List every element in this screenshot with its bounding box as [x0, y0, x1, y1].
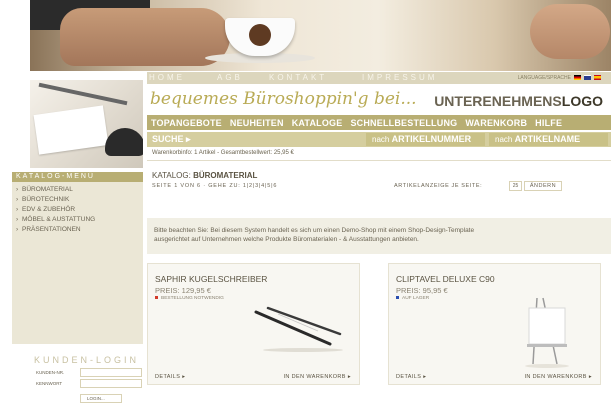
catalog-menu-heading: KATALOG-MENÜ — [12, 172, 143, 182]
product-name[interactable]: CLIPTAVEL DELUXE C90 — [396, 274, 495, 284]
add-to-cart-link[interactable]: IN DEN WARENKORB ▸ — [524, 374, 592, 380]
nav-agb[interactable]: AGB — [217, 72, 243, 84]
status-dot-icon — [396, 296, 399, 300]
de-flag-icon[interactable] — [574, 75, 581, 80]
menu-kataloge[interactable]: KATALOGE — [288, 118, 347, 128]
catalog-item-buerotechnik[interactable]: › BÜROTECHNIK — [12, 195, 143, 205]
catalog-item-praesentationen[interactable]: › PRÄSENTATIONEN — [12, 225, 143, 235]
product-card: CLIPTAVEL DELUXE C90 PREIS: 95,95 € AUF … — [388, 263, 601, 385]
es-flag-icon[interactable] — [594, 75, 601, 80]
cart-info: Warenkorbinfo: 1 Artikel - Gesamtbestell… — [152, 150, 294, 156]
add-to-cart-link[interactable]: IN DEN WARENKORB ▸ — [283, 374, 351, 380]
page: HOME AGB KONTAKT IMPRESSUM LANGUAGE/SPRA… — [0, 0, 611, 405]
product-price: PREIS: 95,95 € — [396, 286, 448, 295]
office-supplies-photo — [30, 80, 143, 168]
details-link[interactable]: DETAILS ▸ — [396, 374, 426, 380]
per-page-change-button[interactable]: ÄNDERN — [524, 181, 562, 191]
login-heading: KUNDEN-LOGIN — [34, 355, 140, 365]
per-page-label: ARTIKELANZEIGE JE SEITE: — [394, 183, 483, 189]
nav-home[interactable]: HOME — [149, 72, 185, 84]
catalog-item-bueromaterial[interactable]: › BÜROMATERIAL — [12, 185, 143, 195]
hero-banner-image — [30, 0, 611, 71]
main-menu: TOPANGEBOTE NEUHEITEN KATALOGE SCHNELLBE… — [147, 115, 611, 130]
status-badge: AUF LAGER — [396, 296, 429, 301]
menu-hilfe[interactable]: HILFE — [531, 118, 566, 128]
chevron-right-icon: ▸ — [347, 374, 351, 380]
search-bar: SUCHE ▸ nach ARTIKELNUMMER nach ARTIKELN… — [147, 132, 611, 147]
menu-neuheiten[interactable]: NEUHEITEN — [226, 118, 288, 128]
uk-flag-icon[interactable] — [584, 75, 591, 80]
menu-topangebote[interactable]: TOPANGEBOTE — [147, 118, 226, 128]
customer-number-input[interactable] — [80, 368, 142, 377]
nav-impressum[interactable]: IMPRESSUM — [362, 72, 437, 84]
search-by-number-input[interactable]: nach ARTIKELNUMMER — [366, 133, 485, 146]
catalog-item-moebel[interactable]: › MÖBEL & AUSTATTUNG — [12, 215, 143, 225]
status-dot-icon — [155, 296, 158, 300]
chevron-right-icon: ▸ — [182, 374, 186, 380]
top-nav: HOME AGB KONTAKT IMPRESSUM LANGUAGE/SPRA… — [147, 72, 611, 84]
details-link[interactable]: DETAILS ▸ — [155, 374, 185, 380]
login-button[interactable]: LOGIN... — [80, 394, 122, 403]
catalog-item-edv[interactable]: › EDV & ZUBEHÖR — [12, 205, 143, 215]
page-title: KATALOG: BÜROMATERIAL — [152, 171, 258, 180]
chevron-right-icon: ▸ — [423, 374, 427, 380]
per-page-input[interactable]: 25 — [509, 181, 522, 191]
catalog-menu: › BÜROMATERIAL › BÜROTECHNIK › EDV & ZUBEHÖ… — [12, 182, 143, 344]
product-name[interactable]: SAPHIR KUGELSCHREIBER — [155, 274, 267, 284]
slogan: bequemes Büroshoppin'g bei... — [150, 89, 417, 109]
easel-product-image[interactable] — [519, 294, 579, 369]
product-price: PREIS: 129,95 € — [155, 286, 211, 295]
pen-product-image[interactable] — [248, 304, 348, 354]
pagination[interactable]: SEITE 1 VON 6 · GEHE ZU: 1|2|3|4|5|6 — [152, 183, 277, 189]
menu-warenkorb[interactable]: WARENKORB — [461, 118, 531, 128]
language-label: LANGUAGE/SPRACHE — [517, 75, 571, 81]
demo-notice: Bitte beachten Sie: Bei diesem System ha… — [147, 218, 611, 254]
nav-kontakt[interactable]: KONTAKT — [269, 72, 327, 84]
product-card: SAPHIR KUGELSCHREIBER PREIS: 129,95 € BE… — [147, 263, 360, 385]
password-label: KENNWORT — [36, 381, 63, 386]
chevron-right-icon: ▸ — [588, 374, 592, 380]
menu-schnellbestellung[interactable]: SCHNELLBESTELLUNG — [346, 118, 461, 128]
company-logo[interactable]: UNTERENEHMENSLOGO — [434, 93, 603, 109]
search-by-name-input[interactable]: nach ARTIKELNAME — [489, 133, 608, 146]
chevron-right-icon: ▸ — [186, 134, 191, 144]
status-badge: BESTELLUNG NOTWENDIG — [155, 296, 224, 301]
coffee-cup-image — [225, 18, 295, 56]
search-button[interactable]: SUCHE ▸ — [152, 132, 191, 147]
divider — [147, 160, 611, 161]
customer-number-label: KUNDEN-NR. — [36, 370, 65, 375]
password-input[interactable] — [80, 379, 142, 388]
